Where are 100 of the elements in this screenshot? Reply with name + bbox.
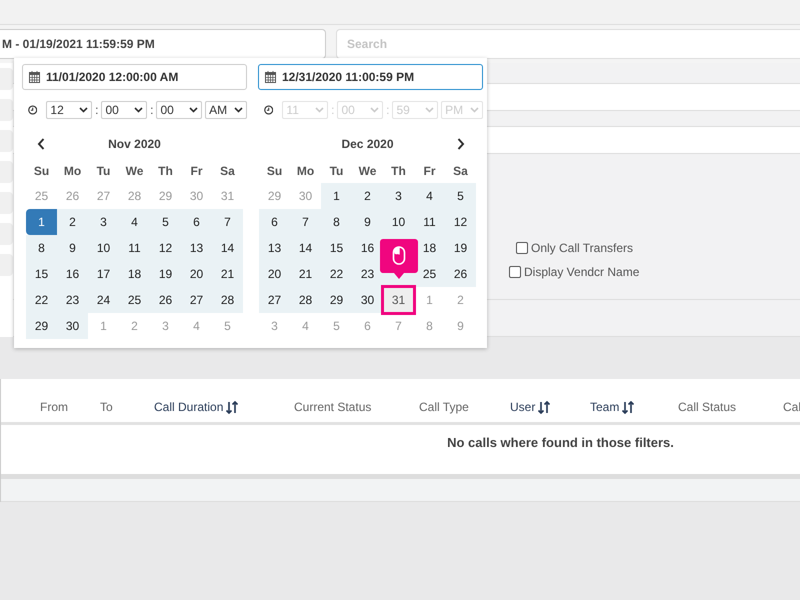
time-select[interactable]: 00 [156,101,202,119]
caret-icon [79,107,88,113]
sort-icon [226,400,238,414]
time-separator: : [386,103,390,117]
calendar-day[interactable]: 7 [212,209,243,235]
weekday-label: Sa [453,164,468,178]
calendar-day[interactable]: 14 [212,235,243,261]
month-title: Nov 2020 [107,137,162,151]
month-title: Dec 2020 [340,137,395,151]
calendar-day[interactable]: 28 [290,287,321,313]
calendar-day[interactable]: 3 [88,209,119,235]
calendar-day[interactable]: 22 [26,287,57,313]
column-header: Call Type [419,400,470,414]
calendar-day[interactable]: 16 [352,235,383,261]
calendar-day[interactable]: 5 [150,209,181,235]
calendar-day[interactable]: 24 [88,287,119,313]
chevron-right-icon[interactable] [457,138,465,150]
weekday-label: We [358,164,376,178]
time-select[interactable]: AM [205,101,248,119]
field-stub [0,130,13,152]
calendar-day[interactable]: 15 [26,261,57,287]
chevron-left-icon[interactable] [37,138,45,150]
calendar-day[interactable]: 17 [88,261,119,287]
caret-icon [470,107,480,113]
calendar-day[interactable]: 4 [119,209,150,235]
calendar-day[interactable]: 4 [414,183,445,209]
checkbox-label: Display Vendcr Name [524,265,640,279]
calendar-day[interactable]: 29 [321,287,352,313]
empty-message: No calls where found in those filters. [447,435,674,452]
caret-icon [189,107,198,113]
weekday-label: Th [158,164,173,178]
column-header[interactable]: Call Duration [154,400,294,414]
calendar-day[interactable]: 13 [181,235,212,261]
calendar-day[interactable]: 20 [181,261,212,287]
clock-icon [264,105,274,115]
calendar-day[interactable]: 26 [445,261,476,287]
calendar-day[interactable]: 9 [57,235,88,261]
calendar-day[interactable]: 9 [352,209,383,235]
calendar-day[interactable]: 26 [150,287,181,313]
calendar-day[interactable]: 29 [26,313,57,339]
time-separator: : [150,103,154,117]
calendar-day[interactable]: 11 [414,209,445,235]
calendar-day[interactable]: 16 [57,261,88,287]
calendar-day[interactable]: 23 [352,261,383,287]
calendar-day[interactable]: 22 [321,261,352,287]
weekday-label: Su [266,164,282,178]
search-field[interactable]: Search [336,29,800,59]
calendar-day[interactable]: 7 [290,209,321,235]
calendar-day[interactable]: 2 [352,183,383,209]
calendar-day[interactable]: 19 [150,261,181,287]
calendar-day[interactable]: 12 [150,235,181,261]
calendar-day[interactable]: 8 [321,209,352,235]
calendar-day[interactable]: 6 [259,209,290,235]
calendar-day[interactable]: 27 [259,287,290,313]
time-separator: : [95,103,98,117]
column-header[interactable]: User [510,400,590,414]
weekday-label: Su [34,164,50,178]
calendar-day[interactable]: 12 [445,209,476,235]
calendar-day[interactable]: 15 [321,235,352,261]
calendar-day[interactable]: 5 [445,183,476,209]
calendar-day[interactable]: 1 [26,209,57,235]
sort-icon [622,400,634,414]
calendar-day[interactable]: 13 [259,235,290,261]
column-header: Current Status [294,400,372,414]
weekday-label: We [126,164,144,178]
calendar-day[interactable]: 6 [181,209,212,235]
calendar-day[interactable]: 21 [290,261,321,287]
calendar-day[interactable]: 10 [88,235,119,261]
column-header[interactable]: Team [590,400,678,414]
date-range-field[interactable]: M - 01/19/2021 11:59:59 PM [0,29,326,59]
calendar-day[interactable]: 18 [119,261,150,287]
calendar-day[interactable]: 2 [57,209,88,235]
calendar-day[interactable]: 21 [212,261,243,287]
weekday-label: Mo [64,164,82,178]
calendar-day[interactable]: 23 [57,287,88,313]
calendar-day[interactable]: 30 [352,287,383,313]
calendar-day[interactable]: 1 [321,183,352,209]
calendar-day[interactable]: 11 [119,235,150,261]
calendar-day[interactable]: 8 [26,235,57,261]
checkbox[interactable] [509,266,521,278]
calendar-day[interactable]: 10 [383,209,414,235]
calendar-day[interactable]: 28 [212,287,243,313]
column-header: From [40,400,69,414]
calendar-day[interactable]: 19 [445,235,476,261]
caret-icon [425,107,434,113]
calendar-day[interactable]: 25 [119,287,150,313]
caret-icon [134,107,144,113]
time-separator: : [331,103,334,117]
time-select[interactable]: 12 [46,101,92,119]
calendar-day[interactable]: 3 [383,183,414,209]
time-select[interactable]: 00 [101,101,148,119]
calendar-day[interactable]: 27 [181,287,212,313]
checkbox[interactable] [516,242,528,254]
calendar-day[interactable]: 30 [57,313,88,339]
date-input[interactable]: 11/01/2020 12:00:00 AM [22,64,247,90]
calendar-day[interactable]: 20 [259,261,290,287]
calendar-icon [265,71,276,83]
calendar-day[interactable]: 25 [414,261,445,287]
calendar-day[interactable]: 14 [290,235,321,261]
caret-icon [315,107,324,113]
